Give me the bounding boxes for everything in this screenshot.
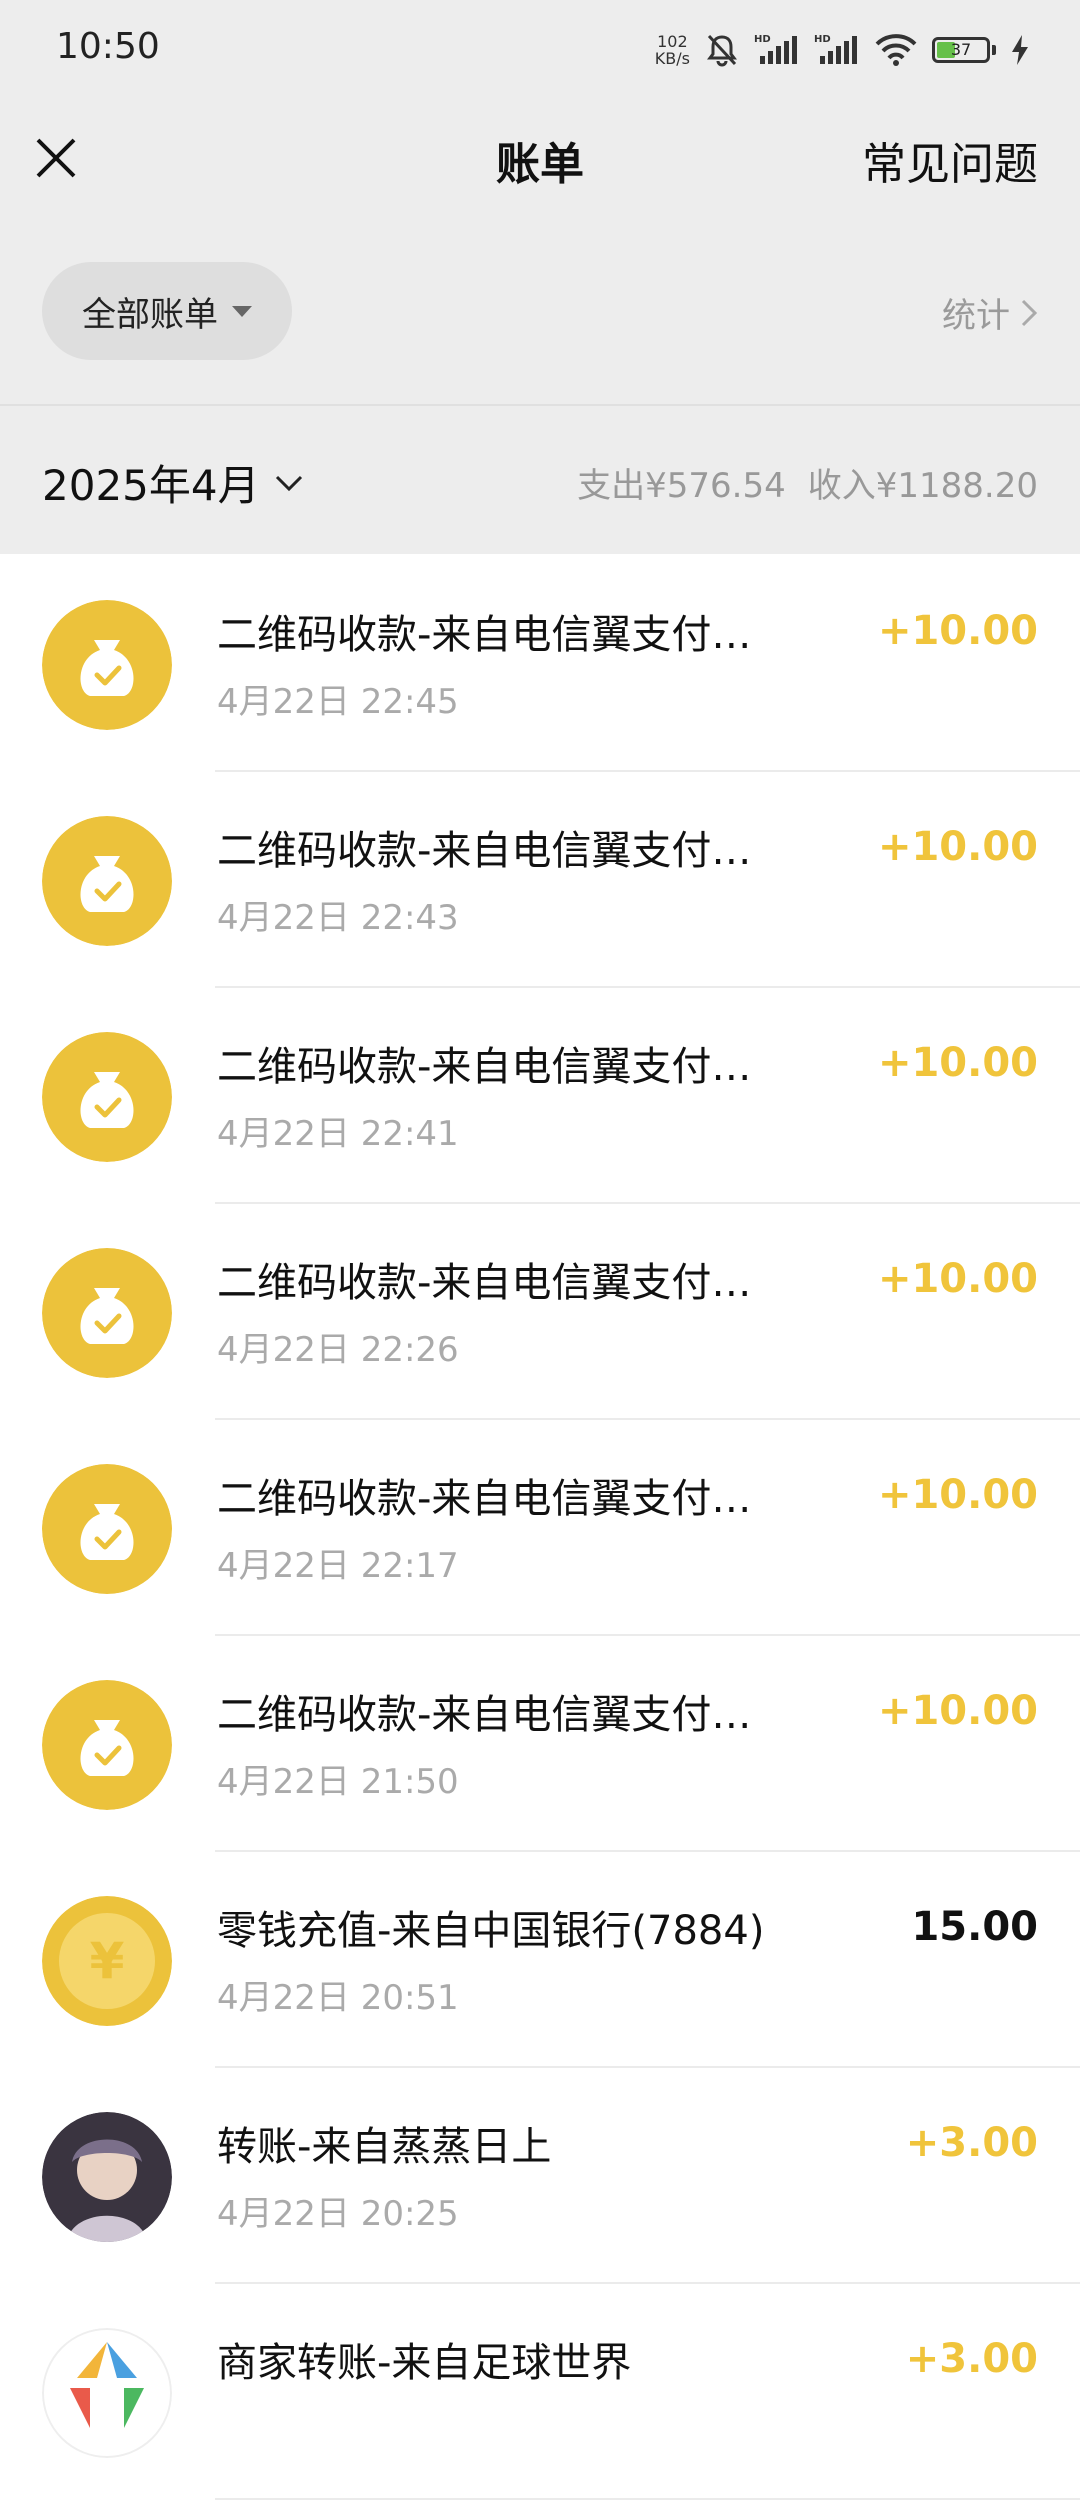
- signal-hd-icon-2: HD: [814, 34, 857, 64]
- money-bag-icon: [42, 1248, 172, 1378]
- signal-hd-icon: HD: [754, 34, 797, 64]
- transaction-time: 4月22日 22:45: [217, 682, 459, 722]
- stats-link[interactable]: 统计: [942, 288, 1038, 337]
- battery-level: 37: [950, 40, 972, 59]
- wifi-icon: [875, 34, 917, 66]
- transaction-title: 商家转账-来自足球世界: [217, 2340, 632, 2386]
- month-income: 收入¥1188.20: [807, 466, 1038, 506]
- transaction-amount: +10.00: [877, 1256, 1038, 1302]
- charging-bolt-icon: [1012, 35, 1028, 65]
- transaction-time: 4月22日 22:43: [217, 898, 459, 938]
- transaction-title: 二维码收款-来自电信翼支付…: [217, 1260, 752, 1306]
- network-speed: 102 KB/s: [655, 33, 690, 67]
- bill-type-filter[interactable]: 全部账单: [42, 262, 292, 360]
- money-bag-icon: [42, 1032, 172, 1162]
- month-bar: 2025年4月 支出¥576.54 收入¥1188.20: [0, 406, 1080, 554]
- svg-text:HD: HD: [814, 34, 831, 45]
- status-time: 10:50: [56, 26, 160, 67]
- user-avatar: [42, 2112, 172, 2242]
- money-bag-icon: [42, 600, 172, 730]
- transaction-list: 二维码收款-来自电信翼支付… 4月22日 22:45 +10.00 二维码收款-来自电…: [0, 556, 1080, 2500]
- network-speed-value: 102: [657, 32, 688, 51]
- transaction-time: 4月22日 20:25: [217, 2194, 459, 2234]
- transaction-title: 二维码收款-来自电信翼支付…: [217, 828, 752, 874]
- transaction-row[interactable]: 二维码收款-来自电信翼支付… 4月22日 22:43 +10.00: [0, 772, 1080, 988]
- transaction-row[interactable]: ¥ 零钱充值-来自中国银行(7884) 4月22日 20:51 15.00: [0, 1852, 1080, 2068]
- bell-muted-icon: [707, 34, 737, 67]
- transaction-row[interactable]: 二维码收款-来自电信翼支付… 4月22日 22:45 +10.00: [0, 556, 1080, 772]
- month-expense: 支出¥576.54: [577, 466, 786, 506]
- chevron-right-icon: [1021, 299, 1038, 326]
- transaction-row[interactable]: 转账-来自蒸蒸日上 4月22日 20:25 +3.00: [0, 2068, 1080, 2284]
- transaction-row[interactable]: 二维码收款-来自电信翼支付… 4月22日 21:50 +10.00: [0, 1636, 1080, 1852]
- transaction-time: 4月22日 21:50: [217, 1762, 459, 1802]
- month-selector[interactable]: 2025年4月: [42, 452, 304, 513]
- money-bag-icon: [42, 1464, 172, 1594]
- transaction-title: 二维码收款-来自电信翼支付…: [217, 1044, 752, 1090]
- svg-text:¥: ¥: [90, 1932, 125, 1990]
- transaction-title: 零钱充值-来自中国银行(7884): [217, 1908, 765, 1954]
- transaction-amount: +10.00: [877, 1688, 1038, 1734]
- bill-type-filter-label: 全部账单: [82, 294, 218, 335]
- transaction-time: 4月22日 20:51: [217, 1978, 459, 2018]
- transaction-amount: 15.00: [911, 1904, 1038, 1950]
- month-label: 2025年4月: [42, 461, 260, 510]
- transaction-time: 4月22日 22:26: [217, 1330, 459, 1370]
- transaction-title: 二维码收款-来自电信翼支付…: [217, 1692, 752, 1738]
- transaction-title: 二维码收款-来自电信翼支付…: [217, 1476, 752, 1522]
- transaction-row[interactable]: 商家转账-来自足球世界 +3.00: [0, 2284, 1080, 2500]
- filter-bar: 全部账单 统计: [0, 220, 1080, 406]
- transaction-row[interactable]: 二维码收款-来自电信翼支付… 4月22日 22:41 +10.00: [0, 988, 1080, 1204]
- transaction-amount: +10.00: [877, 1040, 1038, 1086]
- svg-text:HD: HD: [754, 34, 771, 45]
- yuan-coin-icon: ¥: [42, 1896, 172, 2026]
- transaction-row[interactable]: 二维码收款-来自电信翼支付… 4月22日 22:26 +10.00: [0, 1204, 1080, 1420]
- stats-label: 统计: [942, 296, 1010, 336]
- transaction-amount: +10.00: [877, 608, 1038, 654]
- transaction-time: 4月22日 22:41: [217, 1114, 459, 1154]
- faq-link[interactable]: 常见问题: [862, 128, 1038, 192]
- battery-cap: [992, 45, 996, 55]
- transaction-amount: +10.00: [877, 824, 1038, 870]
- month-summary: 支出¥576.54 收入¥1188.20: [577, 458, 1038, 507]
- nav-bar: 账单 常见问题: [0, 98, 1080, 222]
- transaction-amount: +3.00: [905, 2336, 1038, 2382]
- transaction-amount: +10.00: [877, 1472, 1038, 1518]
- transaction-amount: +3.00: [905, 2120, 1038, 2166]
- caret-down-icon: [232, 305, 252, 317]
- transaction-title: 转账-来自蒸蒸日上: [217, 2124, 552, 2170]
- battery-icon: 37: [932, 37, 990, 63]
- transaction-time: 4月22日 22:17: [217, 1546, 459, 1586]
- transaction-row[interactable]: 二维码收款-来自电信翼支付… 4月22日 22:17 +10.00: [0, 1420, 1080, 1636]
- transaction-title: 二维码收款-来自电信翼支付…: [217, 612, 752, 658]
- money-bag-icon: [42, 1680, 172, 1810]
- money-bag-icon: [42, 816, 172, 946]
- merchant-logo-icon: [42, 2328, 172, 2458]
- status-icons: 102 KB/s HD HD 37: [655, 28, 1030, 72]
- status-bar: 10:50 102 KB/s HD HD 37: [0, 0, 1080, 98]
- chevron-down-icon: [275, 475, 302, 491]
- network-speed-unit: KB/s: [654, 49, 690, 68]
